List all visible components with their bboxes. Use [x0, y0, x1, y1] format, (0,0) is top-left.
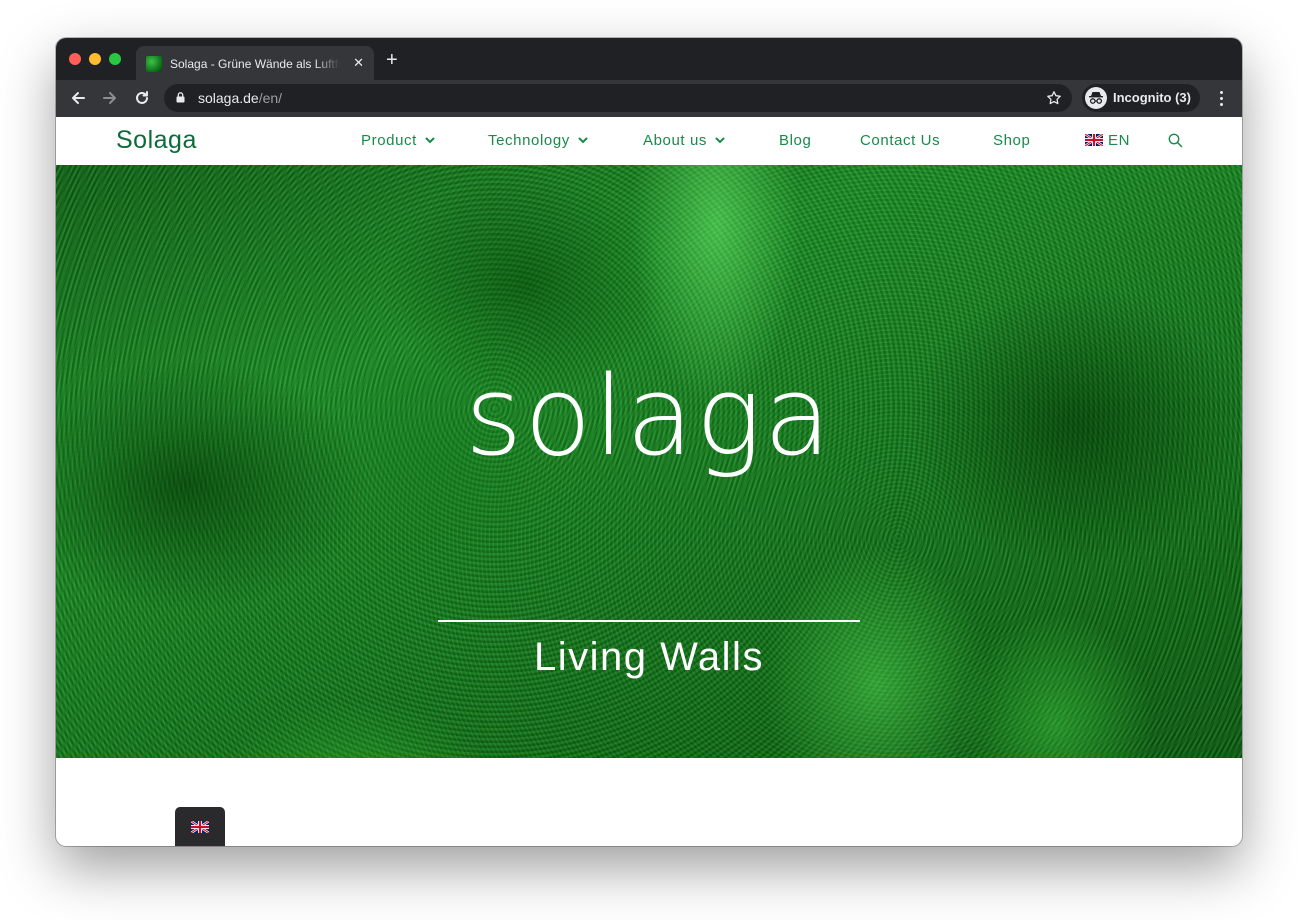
new-tab-button[interactable]: + [386, 50, 398, 70]
search-icon[interactable] [1168, 133, 1183, 148]
menu-icon[interactable] [1211, 88, 1231, 108]
uk-flag-icon [191, 820, 209, 833]
tab-title: Solaga - Grüne Wände als Luftfilter [170, 57, 340, 71]
nav-contact-us[interactable]: Contact Us [860, 132, 940, 150]
language-widget[interactable] [175, 807, 225, 846]
chevron-down-icon [425, 137, 435, 144]
bookmark-star-icon[interactable] [1046, 90, 1062, 106]
favicon-icon [146, 56, 162, 72]
hero-tagline: Living Walls [534, 635, 764, 679]
browser-window: Solaga - Grüne Wände als Luftfilter ✕ + … [56, 38, 1242, 846]
hero-divider [438, 620, 860, 622]
back-button[interactable] [68, 88, 88, 108]
back-icon [72, 92, 85, 104]
zoom-window-button[interactable] [109, 53, 121, 65]
address-bar[interactable]: solaga.de/en/ [164, 84, 1072, 112]
reload-icon [136, 91, 148, 104]
uk-flag-icon [1085, 134, 1103, 146]
nav-shop[interactable]: Shop [993, 132, 1030, 150]
tab-strip: Solaga - Grüne Wände als Luftfilter ✕ + [56, 38, 1242, 80]
tab-close-icon[interactable]: ✕ [353, 55, 364, 71]
incognito-icon [1085, 87, 1107, 109]
site-logo[interactable]: Solaga [116, 125, 197, 155]
nav-technology[interactable]: Technology [488, 132, 588, 150]
nav-blog[interactable]: Blog [779, 132, 811, 150]
reload-button[interactable] [132, 88, 152, 108]
forward-button[interactable] [100, 88, 120, 108]
forward-icon [103, 92, 116, 104]
incognito-label: Incognito (3) [1113, 90, 1191, 105]
language-switcher[interactable]: EN [1085, 132, 1130, 150]
active-tab[interactable]: Solaga - Grüne Wände als Luftfilter ✕ [136, 46, 374, 80]
minimize-window-button[interactable] [89, 53, 101, 65]
url-text: solaga.de/en/ [198, 90, 283, 106]
site-header: Solaga Product Technology About us Blog … [56, 117, 1242, 166]
browser-toolbar: solaga.de/en/ Incognito (3) [56, 80, 1242, 117]
chevron-down-icon [578, 137, 588, 144]
incognito-profile-button[interactable]: Incognito (3) [1082, 84, 1200, 112]
chevron-down-icon [715, 137, 725, 144]
hero-wordmark: solaga [465, 352, 833, 480]
lock-icon [176, 92, 185, 103]
nav-product[interactable]: Product [361, 132, 435, 150]
hero-banner: solaga Living Walls [56, 165, 1242, 758]
close-window-button[interactable] [69, 53, 81, 65]
nav-about-us[interactable]: About us [643, 132, 725, 150]
